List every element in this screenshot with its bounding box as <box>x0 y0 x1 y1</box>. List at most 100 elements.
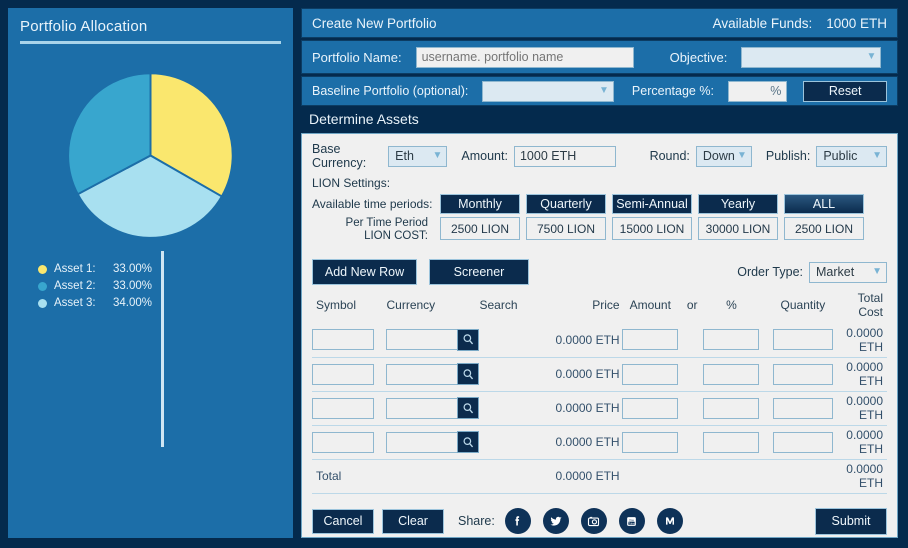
currency-input-4[interactable] <box>386 432 458 453</box>
col-symbol: Symbol <box>312 289 386 323</box>
cancel-button[interactable]: Cancel <box>312 509 374 534</box>
legend-label-asset-3: Asset 3: <box>54 297 106 309</box>
search-icon[interactable] <box>457 397 479 419</box>
legend-swatch-asset-2 <box>38 282 47 291</box>
col-amount: Amount <box>620 289 681 323</box>
period-button-yearly[interactable]: Yearly <box>698 194 778 214</box>
period-button-quarterly[interactable]: Quarterly <box>526 194 606 214</box>
lion-settings-label: LION Settings: <box>312 176 887 190</box>
cell-amount <box>620 357 681 391</box>
publish-select[interactable]: Public <box>816 146 887 167</box>
col-currency: Currency <box>386 289 479 323</box>
reset-button[interactable]: Reset <box>803 81 887 102</box>
facebook-icon[interactable] <box>505 508 531 534</box>
instagram-icon[interactable] <box>581 508 607 534</box>
amount-input-2[interactable] <box>622 364 678 385</box>
total-spacer-3 <box>620 459 681 493</box>
amount-input[interactable]: 1000 ETH <box>514 146 616 167</box>
legend-item-asset-2: Asset 2: 33.00% <box>38 280 281 292</box>
cell-amount <box>620 391 681 425</box>
portfolio-name-input[interactable] <box>416 47 634 68</box>
percentage-input[interactable]: % <box>728 81 787 102</box>
cell-percent <box>703 323 759 357</box>
period-button-all[interactable]: ALL <box>784 194 864 214</box>
legend-value-asset-1: 33.00% <box>113 263 152 275</box>
search-icon[interactable] <box>457 431 479 453</box>
currency-input-1[interactable] <box>386 329 458 350</box>
percent-input-4[interactable] <box>703 432 759 453</box>
cell-total-cost: 0.0000 ETH <box>846 323 887 357</box>
lion-cost-label-line1: Per Time Period <box>346 217 428 229</box>
cell-currency <box>386 425 479 459</box>
cell-price: 0.0000 ETH <box>539 357 620 391</box>
available-periods-label: Available time periods: <box>312 197 434 211</box>
cell-currency <box>386 323 479 357</box>
symbol-input-2[interactable] <box>312 364 374 385</box>
base-currency-select[interactable]: Eth <box>388 146 447 167</box>
amount-input-1[interactable] <box>622 329 678 350</box>
add-new-row-button[interactable]: Add New Row <box>312 259 417 285</box>
assets-toolbar: Add New Row Screener Order Type: Market <box>312 259 887 285</box>
amount-value: 1000 ETH <box>520 149 576 163</box>
youtube-icon[interactable]: YouTube <box>619 508 645 534</box>
legend-label-asset-1: Asset 1: <box>54 263 106 275</box>
baseline-row: Baseline Portfolio (optional): Percentag… <box>301 76 898 106</box>
chevron-down-icon <box>872 151 882 161</box>
cell-symbol <box>312 425 386 459</box>
amount-input-3[interactable] <box>622 398 678 419</box>
currency-group-3 <box>386 397 479 419</box>
legend-value-asset-3: 34.00% <box>113 297 152 309</box>
svg-text:You: You <box>629 518 635 522</box>
chevron-down-icon <box>867 52 877 62</box>
baseline-portfolio-select[interactable] <box>482 81 614 102</box>
twitter-icon[interactable] <box>543 508 569 534</box>
order-type-select[interactable]: Market <box>809 262 887 283</box>
medium-icon[interactable] <box>657 508 683 534</box>
quantity-input-1[interactable] <box>773 329 833 350</box>
base-currency-value: Eth <box>395 149 414 163</box>
determine-assets-heading: Determine Assets <box>301 106 898 133</box>
symbol-input-4[interactable] <box>312 432 374 453</box>
cell-percent <box>703 425 759 459</box>
clear-button[interactable]: Clear <box>382 509 444 534</box>
lion-cost-label: Per Time Period LION COST: <box>312 217 434 243</box>
quantity-input-3[interactable] <box>773 398 833 419</box>
round-select[interactable]: Down <box>696 146 752 167</box>
lion-cost-yearly: 30000 LION <box>698 217 778 240</box>
currency-input-3[interactable] <box>386 398 458 419</box>
chevron-down-icon <box>599 86 609 96</box>
pie-chart-legend: Asset 1: 33.00% Asset 2: 33.00% Asset 3:… <box>20 253 281 309</box>
percent-input-1[interactable] <box>703 329 759 350</box>
currency-input-2[interactable] <box>386 364 458 385</box>
percent-input-2[interactable] <box>703 364 759 385</box>
objective-select[interactable] <box>741 47 881 68</box>
available-funds-label: Available Funds: <box>713 16 813 31</box>
cell-search-spacer <box>479 357 538 391</box>
search-icon[interactable] <box>457 363 479 385</box>
table-total-row: Total 0.0000 ETH 0.0000 ETH <box>312 459 887 493</box>
period-button-monthly[interactable]: Monthly <box>440 194 520 214</box>
symbol-input-1[interactable] <box>312 329 374 350</box>
publish-label: Publish: <box>766 149 810 163</box>
quantity-input-2[interactable] <box>773 364 833 385</box>
amount-input-4[interactable] <box>622 432 678 453</box>
col-total-cost: Total Cost <box>846 289 887 323</box>
symbol-input-3[interactable] <box>312 398 374 419</box>
cell-currency <box>386 357 479 391</box>
submit-button[interactable]: Submit <box>815 508 887 535</box>
period-button-semi-annual[interactable]: Semi-Annual <box>612 194 692 214</box>
percent-input-3[interactable] <box>703 398 759 419</box>
table-row: 0.0000 ETH 0.0000 ETH <box>312 391 887 425</box>
currency-group-2 <box>386 363 479 385</box>
percentage-label: Percentage %: <box>632 84 714 98</box>
screener-button[interactable]: Screener <box>429 259 529 285</box>
cell-percent <box>703 391 759 425</box>
search-icon[interactable] <box>457 329 479 351</box>
panel-header: Create New Portfolio Available Funds: 10… <box>301 8 898 38</box>
cell-symbol <box>312 357 386 391</box>
amount-label: Amount: <box>461 149 508 163</box>
quantity-input-4[interactable] <box>773 432 833 453</box>
lion-cost-monthly: 2500 LION <box>440 217 520 240</box>
currency-group-1 <box>386 329 479 351</box>
svg-text:Tube: Tube <box>629 521 635 525</box>
